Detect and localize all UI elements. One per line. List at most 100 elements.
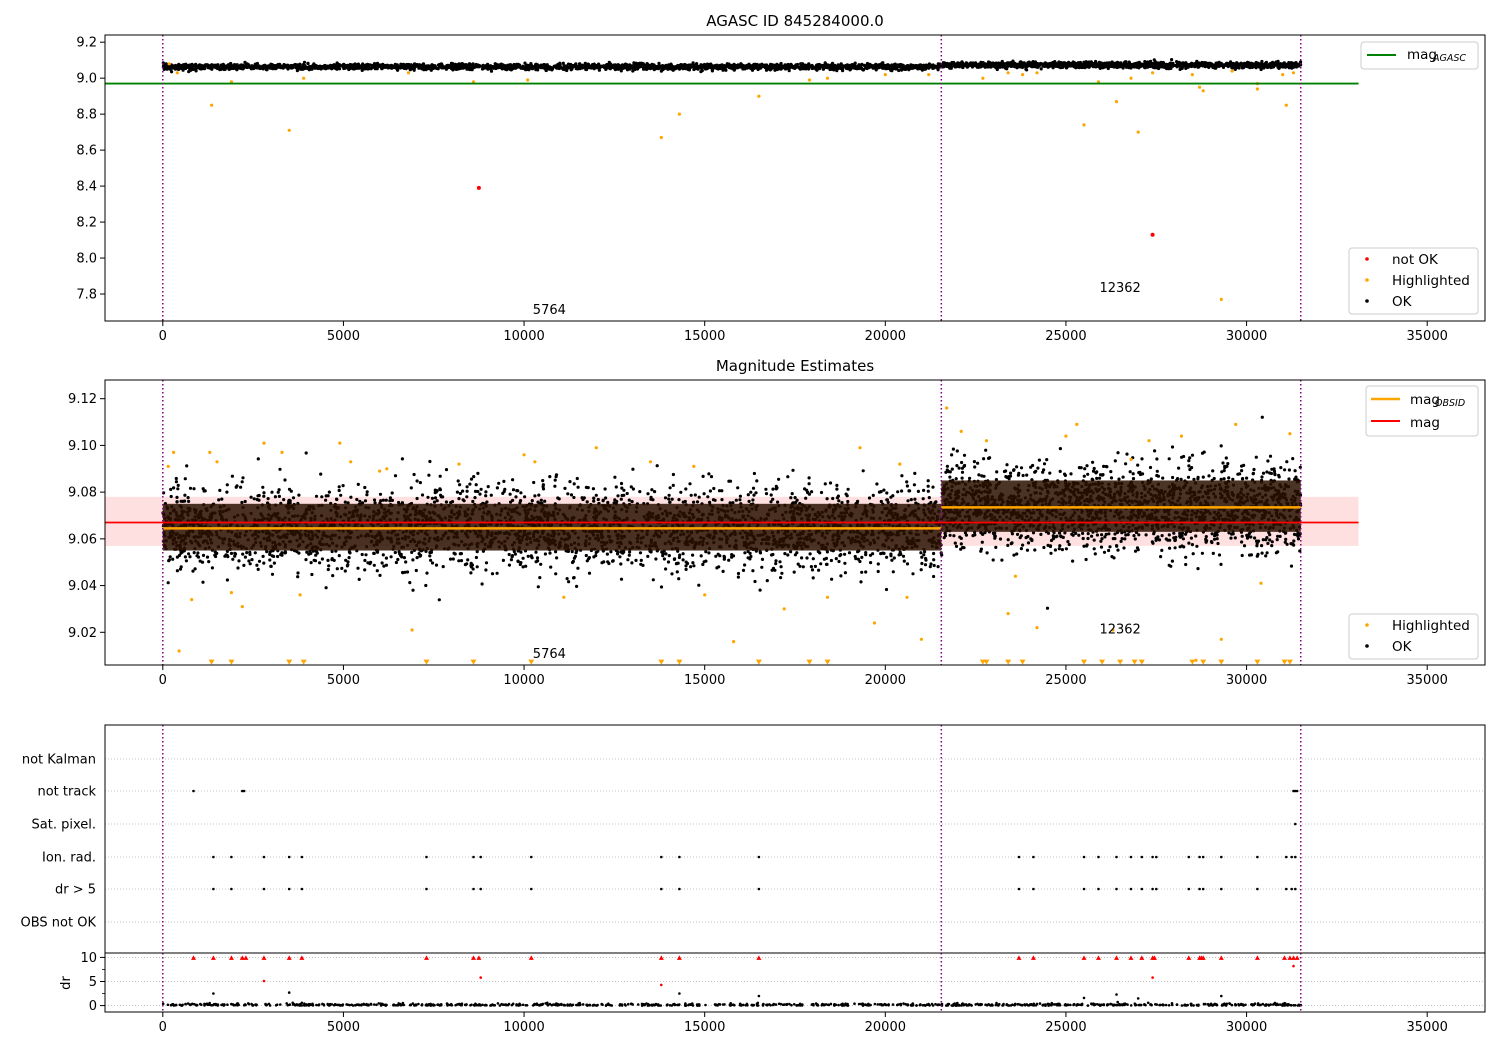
data-point: [476, 471, 480, 475]
data-point: [381, 498, 385, 502]
data-point: [378, 573, 382, 578]
data-point: [352, 67, 356, 71]
data-point: [749, 490, 753, 494]
data-point: [515, 62, 519, 66]
data-point: [544, 68, 548, 73]
data-point: [1041, 64, 1045, 68]
data-point: [934, 500, 938, 504]
data-point: [396, 68, 400, 72]
data-point: [655, 464, 659, 468]
data-point: [706, 495, 710, 499]
data-point: [767, 65, 771, 70]
data-point: [240, 500, 244, 505]
data-point: [671, 472, 676, 477]
data-point: [1182, 61, 1186, 65]
data-point: [534, 67, 538, 72]
data-point: [1179, 63, 1184, 67]
data-point: [923, 563, 928, 567]
data-point: [1283, 65, 1288, 69]
data-point: [632, 61, 636, 65]
data-point: [1230, 69, 1234, 73]
data-point: [228, 65, 232, 69]
data-point: [476, 185, 481, 190]
data-point: [1026, 61, 1030, 65]
data-point: [505, 68, 509, 72]
data-point: [1107, 62, 1111, 67]
data-point: [1090, 61, 1094, 66]
data-point: [260, 65, 264, 69]
data-point: [362, 66, 367, 70]
data-point: [1140, 62, 1144, 66]
data-point: [466, 66, 470, 70]
data-point: [843, 571, 848, 575]
data-point: [245, 551, 249, 555]
data-point: [356, 65, 360, 69]
data-point: [235, 66, 239, 70]
data-point: [800, 556, 804, 560]
data-point: [269, 62, 273, 66]
data-point: [419, 65, 423, 69]
data-point: [1008, 64, 1013, 68]
data-point: [1229, 64, 1234, 68]
data-point: [701, 474, 705, 478]
data-point: [214, 63, 218, 67]
data-point: [174, 480, 178, 484]
estimates-panel-title: Magnitude Estimates: [716, 357, 874, 375]
data-point: [310, 67, 314, 71]
data-point: [876, 569, 880, 574]
data-point: [1166, 64, 1170, 68]
data-point: [402, 556, 406, 560]
data-point: [437, 63, 441, 67]
data-point: [663, 496, 668, 500]
data-point: [1129, 76, 1133, 80]
data-point: [375, 61, 380, 65]
data-point: [783, 552, 787, 556]
data-point: [1219, 297, 1223, 301]
data-point: [760, 64, 764, 68]
data-point: [1203, 61, 1207, 65]
data-point: [811, 65, 815, 69]
data-point: [1215, 61, 1219, 65]
data-point: [737, 64, 741, 68]
data-point: [671, 68, 675, 72]
data-point: [412, 472, 416, 477]
data-point: [651, 66, 655, 70]
y-tick-label: 8.8: [76, 108, 97, 123]
data-point: [384, 556, 388, 560]
data-point: [317, 65, 322, 69]
data-point: [1099, 62, 1103, 66]
data-point: [1021, 73, 1025, 77]
data-point: [943, 62, 947, 67]
data-point: [427, 473, 431, 477]
data-point: [581, 64, 585, 68]
data-point: [572, 495, 576, 500]
data-point: [523, 61, 527, 65]
data-point: [507, 563, 511, 567]
data-point: [1250, 62, 1254, 66]
data-point: [475, 65, 479, 69]
data-point: [491, 65, 495, 69]
data-point: [748, 551, 752, 556]
data-point: [997, 61, 1001, 65]
legend-marker: [1365, 257, 1369, 261]
data-point: [861, 469, 865, 473]
data-point: [519, 491, 523, 495]
data-point: [774, 562, 778, 566]
data-point: [725, 63, 729, 67]
data-point: [774, 65, 778, 70]
x-tick-label: 15000: [684, 329, 725, 344]
data-point: [1245, 62, 1249, 66]
data-point: [523, 495, 527, 499]
data-point: [318, 561, 322, 565]
data-point: [809, 565, 814, 569]
data-point: [454, 65, 458, 69]
data-point: [597, 68, 602, 72]
data-point: [1201, 89, 1205, 93]
data-point: [755, 479, 759, 483]
legend-marker: [1365, 278, 1369, 282]
data-point: [691, 61, 695, 65]
y-tick-label: 9.0: [76, 72, 97, 87]
data-point: [681, 65, 685, 69]
data-point: [718, 554, 722, 558]
data-point: [834, 65, 838, 69]
